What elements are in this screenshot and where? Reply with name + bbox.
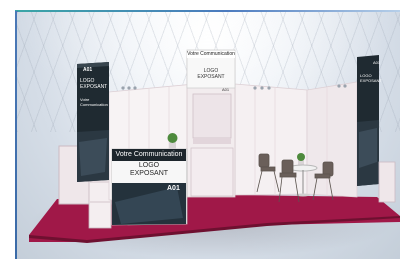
counter-banner-code: A01 bbox=[167, 185, 180, 192]
left-tower-code: A01 bbox=[83, 67, 93, 73]
counter-banner-logo-line2: EXPOSANT bbox=[129, 170, 169, 177]
central-shelf bbox=[193, 138, 231, 144]
right-tower-logo-line2: EXPOSANT bbox=[360, 78, 382, 83]
right-tower-code: A01 bbox=[373, 60, 381, 65]
booth-render: A01 LOGO EXPOSANT Votre Communication Vo… bbox=[17, 12, 400, 259]
right-side-wall bbox=[378, 161, 396, 203]
booth-illustration bbox=[29, 49, 400, 243]
image-frame: A01 LOGO EXPOSANT Votre Communication Vo… bbox=[0, 0, 407, 273]
back-wall-center bbox=[234, 83, 308, 196]
left-tower-logo-line2: EXPOSANT bbox=[80, 84, 108, 90]
back-wall-right bbox=[306, 81, 358, 198]
plant-right bbox=[297, 153, 305, 166]
counter-banner-logo-line1: LOGO bbox=[138, 162, 160, 169]
plant-left bbox=[167, 133, 178, 150]
top-sign-header: Votre Communication bbox=[187, 51, 235, 58]
counter-banner-header: Votre Communication bbox=[112, 149, 186, 161]
central-counter bbox=[190, 147, 234, 197]
top-sign-code: A01 bbox=[222, 87, 230, 92]
central-niche bbox=[192, 93, 232, 139]
left-tower-comm-line2: Communication bbox=[80, 102, 108, 107]
top-sign-logo-line2: EXPOSANT bbox=[197, 74, 225, 80]
